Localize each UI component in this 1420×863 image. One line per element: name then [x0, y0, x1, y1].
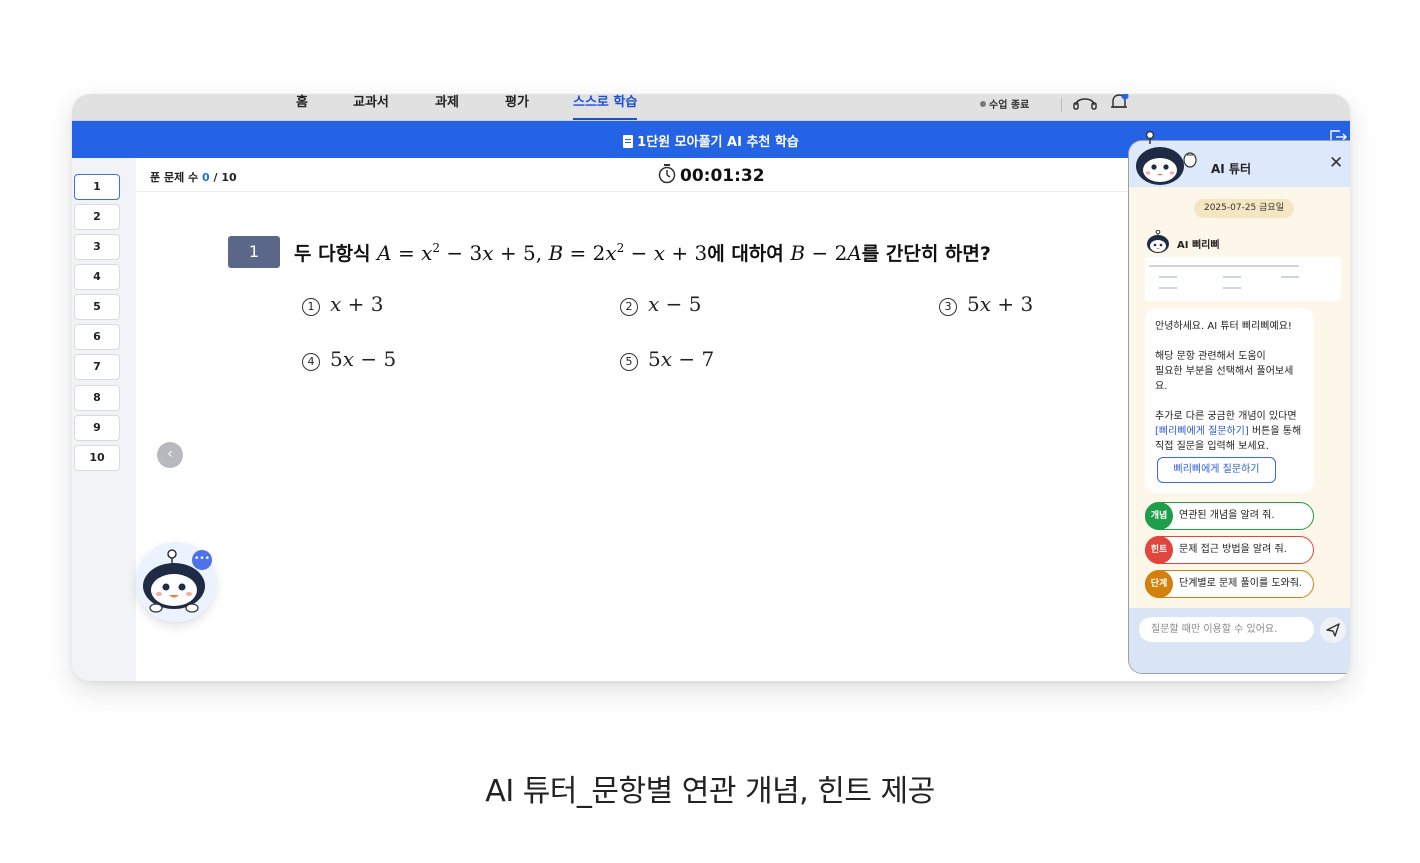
- status-dot: [980, 101, 986, 107]
- previous-button[interactable]: ‹: [157, 442, 183, 468]
- solved-total: / 10: [213, 171, 237, 184]
- quick-hint-button[interactable]: 힌트 문제 접근 방법을 알려 줘.: [1145, 536, 1314, 564]
- tutor-input-area: [1129, 608, 1350, 673]
- app-window: 홈 교과서 과제 평가 스스로 학습 수업 종료 1단원 모아풀기 AI 추천 …: [72, 94, 1350, 681]
- choice-4[interactable]: 4 5x − 5: [302, 347, 396, 371]
- question-sidebar: 1 2 3 4 5 6 7 8 9 10: [72, 158, 136, 681]
- question-nav-2[interactable]: 2: [74, 204, 120, 230]
- solved-number: 0: [201, 171, 210, 184]
- question-nav-1[interactable]: 1: [74, 174, 120, 200]
- lesson-title: 1단원 모아풀기 AI 추천 학습: [637, 135, 799, 150]
- nav-assignment[interactable]: 과제: [435, 95, 459, 120]
- quick-label: 문제 접근 방법을 알려 줘.: [1179, 544, 1287, 555]
- send-button[interactable]: [1320, 617, 1346, 643]
- send-icon: [1326, 623, 1340, 637]
- quick-concept-button[interactable]: 개념 연관된 개념을 알려 줘.: [1145, 502, 1314, 530]
- question-suffix: 를 간단히 하면?: [861, 243, 991, 265]
- question-nav-3[interactable]: 3: [74, 234, 120, 260]
- question-prefix: 두 다항식: [294, 243, 371, 265]
- ai-tutor-launcher[interactable]: •••: [136, 542, 216, 622]
- choice-expr: 5x − 5: [330, 347, 397, 371]
- quick-label: 연관된 개념을 알려 줘.: [1179, 510, 1275, 521]
- bot-avatar-icon: [1145, 229, 1171, 258]
- question-nav-8[interactable]: 8: [74, 385, 120, 411]
- step-tag: 단계: [1145, 570, 1173, 598]
- document-icon: [623, 135, 634, 148]
- nav-self-study[interactable]: 스스로 학습: [573, 95, 638, 120]
- question-nav-9[interactable]: 9: [74, 415, 120, 441]
- tutor-mascot-icon: [1132, 130, 1202, 196]
- nav-divider: [1061, 98, 1062, 112]
- nav-textbook[interactable]: 교과서: [353, 95, 389, 120]
- class-status-label: 수업 종료: [989, 100, 1030, 111]
- question-nav-4[interactable]: 4: [74, 264, 120, 290]
- concept-tag: 개념: [1145, 502, 1173, 530]
- choice-expr: 5x + 3: [967, 292, 1034, 316]
- greeting-text: 안녕하세요. AI 튜터 삐리삐예요!: [1155, 321, 1292, 332]
- chat-more-icon: •••: [192, 550, 212, 570]
- question-number-badge: 1: [228, 236, 280, 268]
- chevron-left-icon: ‹: [167, 446, 173, 462]
- expression-b-minus-2a: B − 2A: [790, 241, 862, 265]
- choice-expr: x + 3: [330, 292, 384, 316]
- choice-marker: 1: [302, 298, 320, 316]
- headset-icon[interactable]: [1073, 94, 1097, 114]
- polynomial-a: A = x2 − 3x + 5, B = 2x2 − x + 3: [377, 241, 708, 265]
- choice-5[interactable]: 5 5x − 7: [620, 347, 714, 371]
- solved-count: 푼 문제 수 0 / 10: [150, 169, 237, 185]
- stopwatch-icon: [658, 164, 676, 189]
- choice-1[interactable]: 1 x + 3: [302, 292, 383, 316]
- choice-marker: 4: [302, 353, 320, 371]
- question-thumbnail[interactable]: [1145, 257, 1341, 301]
- tutor-title: AI 튜터: [1211, 162, 1252, 176]
- caption: AI 튜터_문항별 연관 개념, 힌트 제공: [485, 774, 935, 809]
- quick-step-button[interactable]: 단계 단계별로 문제 풀이를 도와줘.: [1145, 570, 1314, 598]
- guide-text-1: 해당 문항 관련해서 도움이 필요한 부분을 선택해서 풀어보세요.: [1155, 351, 1294, 392]
- hint-tag: 힌트: [1145, 536, 1173, 564]
- tutor-message-bubble: 안녕하세요. AI 튜터 삐리삐예요! 해당 문항 관련해서 도움이 필요한 부분…: [1145, 308, 1314, 493]
- question-input[interactable]: [1139, 617, 1314, 642]
- question-text: 두 다항식 A = x2 − 3x + 5, B = 2x2 − x + 3에 …: [294, 239, 991, 266]
- choice-expr: 5x − 7: [648, 347, 715, 371]
- bell-icon[interactable]: [1108, 94, 1130, 116]
- question-nav-6[interactable]: 6: [74, 324, 120, 350]
- nav-home[interactable]: 홈: [296, 95, 308, 120]
- timer-value: 00:01:32: [680, 166, 765, 186]
- question-nav-7[interactable]: 7: [74, 354, 120, 380]
- top-navigation: 홈 교과서 과제 평가 스스로 학습 수업 종료: [72, 94, 1350, 121]
- question-nav-10[interactable]: 10: [74, 445, 120, 471]
- choice-marker: 3: [939, 298, 957, 316]
- bot-name: AI 삐리삐: [1177, 240, 1220, 251]
- question-nav-5[interactable]: 5: [74, 294, 120, 320]
- class-status[interactable]: 수업 종료: [980, 96, 1029, 111]
- timer: 00:01:32: [658, 164, 765, 189]
- choice-2[interactable]: 2 x − 5: [620, 292, 701, 316]
- nav-evaluation[interactable]: 평가: [505, 95, 529, 120]
- choice-expr: x − 5: [648, 292, 702, 316]
- choice-marker: 2: [620, 298, 638, 316]
- quick-label: 단계별로 문제 풀이를 도와줘.: [1179, 578, 1303, 589]
- chat-date: 2025-07-25 금요일: [1194, 199, 1294, 218]
- choice-marker: 5: [620, 353, 638, 371]
- ask-question-button[interactable]: 삐리삐에게 질문하기: [1157, 457, 1276, 483]
- solved-label: 푼 문제 수: [150, 171, 199, 184]
- question-mid: 에 대하여: [707, 243, 784, 265]
- close-icon[interactable]: ✕: [1329, 153, 1343, 173]
- ai-tutor-panel: AI 튜터 ✕ 2025-07-25 금요일 AI 삐리삐 안녕하세요. AI …: [1128, 140, 1350, 674]
- choice-3[interactable]: 3 5x + 3: [939, 292, 1033, 316]
- guide-text-2: 추가로 다른 궁금한 개념이 있다면 [삐리삐에게 질문하기] 버튼을 통해 직접 …: [1155, 411, 1302, 452]
